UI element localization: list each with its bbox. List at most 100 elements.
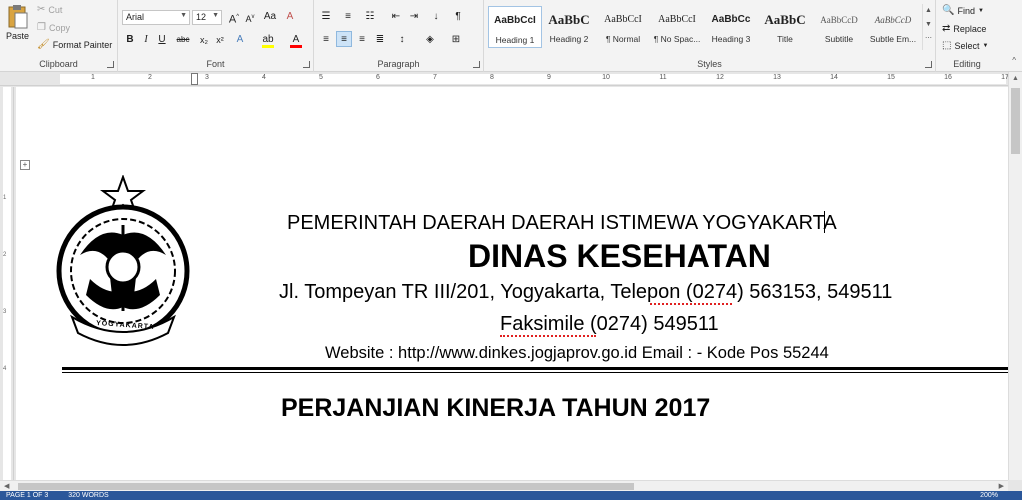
borders-button[interactable]: ⊞ xyxy=(448,32,464,48)
vruler-tick: 4 xyxy=(3,366,7,372)
change-case-label: Aa xyxy=(263,11,277,22)
vruler-tick: 3 xyxy=(3,309,7,315)
scroll-down-icon[interactable]: ▼ xyxy=(923,18,934,32)
strikethrough-button[interactable]: abc xyxy=(172,32,194,48)
font-color-button[interactable]: A xyxy=(288,32,304,48)
grow-font-button[interactable]: A^ xyxy=(226,9,242,26)
style-no-spacing[interactable]: AaBbCcI ¶ No Spac... xyxy=(650,6,704,48)
subscript-button[interactable]: x₂ xyxy=(196,32,212,48)
horizontal-scrollbar[interactable]: ◀ ▶ xyxy=(0,480,1008,491)
font-size-select[interactable]: 12 ▼ xyxy=(192,10,222,25)
highlight-button[interactable]: ab xyxy=(260,32,276,48)
sort-button[interactable]: ↓ xyxy=(428,9,444,25)
copy-button[interactable]: ❐ Copy xyxy=(37,23,70,34)
select-button[interactable]: ⬚ Select ▼ xyxy=(942,41,989,52)
numbering-button[interactable]: ≡ xyxy=(340,9,356,25)
align-right-button[interactable]: ≡ xyxy=(354,32,370,48)
ruler-tick: 8 xyxy=(490,74,494,81)
replace-button[interactable]: ⇄ Replace xyxy=(942,23,986,35)
table-move-handle-icon[interactable]: + xyxy=(20,160,30,170)
styles-launcher-icon[interactable] xyxy=(925,61,932,68)
paintbrush-icon: 🖌 xyxy=(37,39,50,50)
shrink-font-button[interactable]: Av xyxy=(242,9,258,25)
scissors-icon: ✂ xyxy=(37,4,46,15)
ruler-tick: 10 xyxy=(602,74,610,81)
select-label: Select xyxy=(954,41,980,51)
underline-button[interactable]: U xyxy=(154,32,170,48)
vruler-tick: 2 xyxy=(3,252,7,258)
replace-icon: ⇄ xyxy=(942,23,951,34)
paragraph-launcher-icon[interactable] xyxy=(473,61,480,68)
scroll-right-icon[interactable]: ▶ xyxy=(999,482,1004,490)
scroll-left-icon[interactable]: ◀ xyxy=(4,482,9,490)
italic-button[interactable]: I xyxy=(138,32,154,48)
vertical-ruler[interactable]: 1 2 3 4 xyxy=(0,87,14,480)
style-preview: AaBbCcI xyxy=(658,14,696,25)
horizontal-scroll-thumb[interactable] xyxy=(18,483,634,490)
paste-button[interactable]: Paste xyxy=(6,4,29,41)
clipboard-launcher-icon[interactable] xyxy=(107,61,114,68)
word-count[interactable]: 320 WORDS xyxy=(68,492,108,499)
text-effects-icon[interactable]: A xyxy=(232,32,248,48)
font-name-value: Arial xyxy=(126,12,145,22)
multilevel-list-button[interactable]: ☷ xyxy=(362,9,378,25)
align-left-button[interactable]: ≡ xyxy=(318,32,334,48)
indent-marker[interactable] xyxy=(191,73,198,85)
find-button[interactable]: 🔍 Find ▼ xyxy=(942,6,984,17)
ribbon: Paste ✂ Cut ❐ Copy 🖌 Format Painter Clip… xyxy=(0,0,1022,72)
vertical-scrollbar[interactable]: ▲ xyxy=(1008,72,1022,480)
style-subtitle[interactable]: AaBbCcD Subtitle xyxy=(812,6,866,48)
align-right-icon: ≡ xyxy=(359,34,365,45)
superscript-button[interactable]: x² xyxy=(212,32,228,48)
styles-group-label: Styles xyxy=(697,59,722,69)
increase-indent-button[interactable]: ⇥ xyxy=(406,9,422,25)
spell-underline xyxy=(500,335,596,337)
style-heading-3[interactable]: AaBbCc Heading 3 xyxy=(704,6,758,48)
header-line-2: DINAS KESEHATAN xyxy=(468,238,771,274)
show-formatting-button[interactable]: ¶ xyxy=(450,9,466,25)
style-normal[interactable]: AaBbCcI ¶ Normal xyxy=(596,6,650,48)
style-heading-1[interactable]: AaBbCcI Heading 1 xyxy=(488,6,542,48)
horizontal-ruler[interactable]: 1 2 3 4 5 6 7 8 9 10 11 12 13 14 15 16 17 xyxy=(0,72,1022,86)
underline-label: U xyxy=(158,34,166,45)
sort-icon: ↓ xyxy=(433,11,439,22)
bold-button[interactable]: B xyxy=(122,32,138,48)
cut-button[interactable]: ✂ Cut xyxy=(37,4,63,16)
chevron-down-icon: ▼ xyxy=(982,43,989,49)
style-title[interactable]: AaBbC Title xyxy=(758,6,812,48)
line-spacing-button[interactable]: ↕ xyxy=(394,32,410,48)
scroll-up-icon[interactable]: ▲ xyxy=(923,4,934,18)
decrease-indent-button[interactable]: ⇤ xyxy=(388,9,404,25)
clear-formatting-button[interactable]: A xyxy=(282,9,298,25)
vertical-scroll-thumb[interactable] xyxy=(1011,88,1020,154)
style-heading-2[interactable]: AaBbC Heading 2 xyxy=(542,6,596,48)
copy-label: Copy xyxy=(48,23,70,33)
font-name-select[interactable]: Arial ▼ xyxy=(122,10,190,25)
style-preview: AaBbC xyxy=(548,12,590,27)
font-launcher-icon[interactable] xyxy=(303,61,310,68)
ruler-tick: 4 xyxy=(262,74,266,81)
document-page[interactable]: + YOGYAKARTA PEMERINTAH DAERAH DAERAH IS… xyxy=(16,87,1008,480)
shading-button[interactable]: ◈ xyxy=(422,32,438,48)
vruler-text-area xyxy=(3,87,11,480)
style-name: Heading 2 xyxy=(549,34,589,44)
style-subtle-emphasis[interactable]: AaBbCcD Subtle Em... xyxy=(866,6,920,48)
justify-button[interactable]: ≣ xyxy=(372,32,388,48)
align-center-button[interactable]: ≡ xyxy=(336,31,352,47)
chevron-down-icon: ▼ xyxy=(180,12,187,19)
bullets-button[interactable]: ☰ xyxy=(318,9,334,25)
collapse-ribbon-icon[interactable]: ^ xyxy=(1012,56,1016,65)
ruler-tick: 2 xyxy=(148,74,152,81)
highlighter-icon: ab xyxy=(262,34,274,45)
paragraph-group: ☰ ≡ ☷ ⇤ ⇥ ↓ ¶ ≡ ≡ ≡ ≣ ↕ ◈ ⊞ Paragraph xyxy=(314,0,484,72)
page-count[interactable]: PAGE 1 OF 3 xyxy=(6,492,48,499)
ruler-tick: 13 xyxy=(773,74,781,81)
styles-scroll[interactable]: ▲ ▼ ⋯ xyxy=(922,4,934,50)
more-styles-icon[interactable]: ⋯ xyxy=(923,32,934,46)
format-painter-button[interactable]: 🖌 Format Painter xyxy=(37,39,112,51)
zoom-level[interactable]: 200% xyxy=(980,491,998,500)
scroll-up-icon[interactable]: ▲ xyxy=(1012,75,1019,82)
ruler-tick: 7 xyxy=(433,74,437,81)
cut-label: Cut xyxy=(48,5,63,15)
change-case-button[interactable]: Aa xyxy=(262,9,278,25)
